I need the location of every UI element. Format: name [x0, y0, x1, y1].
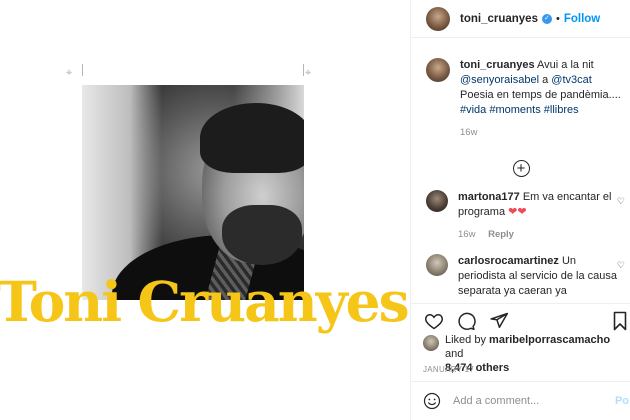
caption-username[interactable]: toni_cruanyes — [460, 59, 535, 71]
action-bar — [411, 303, 630, 331]
avatar[interactable] — [426, 6, 450, 31]
liked-by-username[interactable]: maribelporrascamacho — [489, 334, 610, 346]
avatar[interactable] — [426, 254, 448, 276]
hashtag-link[interactable]: #vida — [460, 104, 486, 116]
post-date[interactable]: JANUARY 17 — [423, 365, 474, 374]
paper-plane-icon[interactable] — [488, 311, 510, 331]
comment-username[interactable]: martona177 — [458, 191, 520, 203]
post-comment-button[interactable]: Po — [615, 395, 629, 407]
banner-name: Toni Cruanyes — [0, 269, 410, 334]
caption: toni_cruanyes Avui a la nit @senyoraisab… — [411, 39, 630, 140]
header-username[interactable]: toni_cruanyes — [460, 13, 538, 25]
comment-like-icon[interactable]: ♡ — [617, 196, 625, 207]
avatar[interactable] — [426, 58, 450, 82]
load-more-comments[interactable]: + — [411, 140, 630, 177]
comment-input[interactable]: Add a comment... — [453, 395, 539, 407]
reply-button[interactable]: Reply — [488, 229, 514, 240]
comment-username[interactable]: carlosrocamartinez — [458, 255, 559, 267]
instagram-post: ⌖ ⌖ Toni Cruanyes toni_cruanyes ✓ • Foll… — [0, 0, 630, 420]
comment-like-icon[interactable]: ♡ — [617, 260, 625, 271]
hashtag-link[interactable]: #llibres — [544, 104, 579, 116]
post-side-panel: toni_cruanyes ✓ • Follow toni_cruanyes A… — [410, 0, 630, 420]
follow-button[interactable]: Follow — [564, 13, 600, 25]
crop-mark-left — [82, 64, 83, 76]
comment-item: carlosrocamartinez Un periodista al serv… — [411, 242, 630, 299]
bookmark-icon[interactable] — [613, 311, 627, 331]
post-header: toni_cruanyes ✓ • Follow — [411, 0, 630, 38]
verified-badge-icon: ✓ — [541, 13, 552, 24]
caption-text: Poesia en temps de pandèmia.... — [460, 89, 621, 101]
likes-and: and — [445, 348, 464, 360]
comment-icon[interactable] — [455, 311, 477, 331]
plus-circle-icon[interactable]: + — [512, 160, 530, 177]
caption-text: a — [542, 74, 549, 86]
hashtag-link[interactable]: #moments — [489, 104, 540, 116]
likes-prefix: Liked by — [445, 334, 486, 346]
heart-emoji: ❤❤ — [508, 206, 527, 218]
avatar[interactable] — [423, 335, 439, 351]
crop-target-icon: ⌖ — [305, 67, 312, 79]
add-comment-bar: Add a comment... Po — [411, 381, 630, 420]
comment-age[interactable]: 16w — [458, 229, 475, 240]
separator-dot: • — [555, 12, 560, 25]
mention-link[interactable]: @senyoraisabel — [460, 74, 539, 86]
post-media[interactable]: ⌖ ⌖ Toni Cruanyes — [0, 0, 410, 420]
portrait-photo — [82, 85, 304, 300]
caption-age[interactable]: 16w — [460, 127, 477, 138]
comment-item: martona177 Em va encantar el programa ❤❤… — [411, 177, 630, 242]
emoji-icon[interactable] — [423, 392, 441, 410]
crop-target-icon: ⌖ — [66, 67, 73, 79]
crop-mark-right — [303, 64, 304, 76]
mention-link[interactable]: @tv3cat — [551, 74, 592, 86]
heart-icon[interactable] — [423, 311, 445, 331]
comments-list[interactable]: toni_cruanyes Avui a la nit @senyoraisab… — [411, 39, 630, 301]
avatar[interactable] — [426, 190, 448, 212]
caption-text: Avui a la nit — [537, 59, 594, 71]
